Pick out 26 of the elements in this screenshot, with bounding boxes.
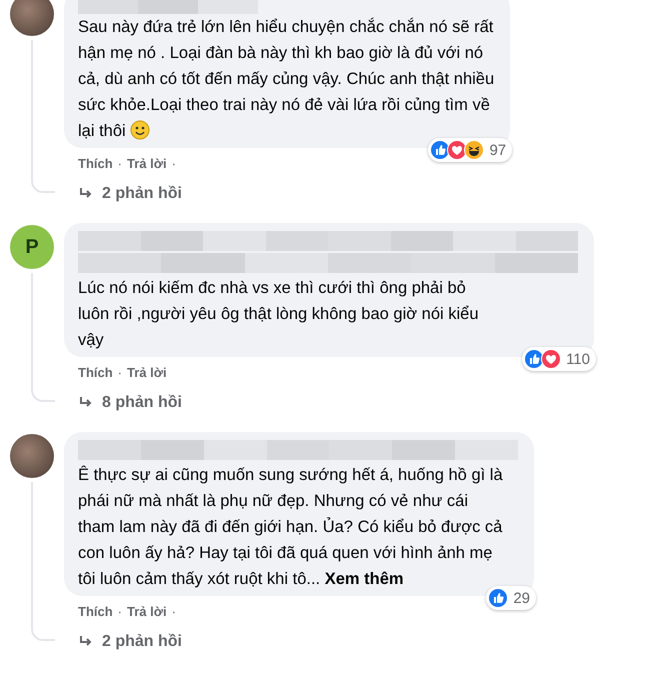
separator-dot: · <box>118 604 122 619</box>
separator-dot: · <box>172 604 176 619</box>
see-more-link[interactable]: Xem thêm <box>324 570 404 588</box>
reply-link[interactable]: Trả lời <box>127 365 167 380</box>
separator-dot: · <box>118 156 122 171</box>
laughing-reaction-icon <box>464 140 484 160</box>
replies-link[interactable]: 2 phản hồi <box>64 171 660 203</box>
replies-link[interactable]: 8 phản hồi <box>64 380 660 412</box>
reactions-summary[interactable]: 29 <box>486 586 536 610</box>
reply-link[interactable]: Trả lời <box>127 604 167 619</box>
avatar-photo[interactable] <box>10 0 54 36</box>
smiley-emoji-icon <box>130 120 150 140</box>
comment-text: Lúc nó nói kiếm đc nhà vs xe thì cưới thì ông phải bỏ luôn rồi ,người yêu ôg thật lòng không bao giờ nói kiểu vậy <box>78 278 480 351</box>
letter-avatar[interactable]: P <box>10 225 54 269</box>
reactions-summary[interactable]: 110 <box>522 347 596 371</box>
separator-dot: · <box>172 156 176 171</box>
like-link[interactable]: Thích <box>78 156 113 171</box>
replies-link[interactable]: 2 phản hồi <box>64 619 660 651</box>
like-reaction-icon <box>488 588 508 608</box>
separator-dot: · <box>118 365 122 380</box>
heart-reaction-icon <box>541 349 562 369</box>
reactions-summary[interactable]: 97 <box>428 138 512 162</box>
avatar-photo[interactable] <box>10 434 54 478</box>
like-link[interactable]: Thích <box>78 365 113 380</box>
reply-link[interactable]: Trả lời <box>127 156 167 171</box>
like-link[interactable]: Thích <box>78 604 113 619</box>
